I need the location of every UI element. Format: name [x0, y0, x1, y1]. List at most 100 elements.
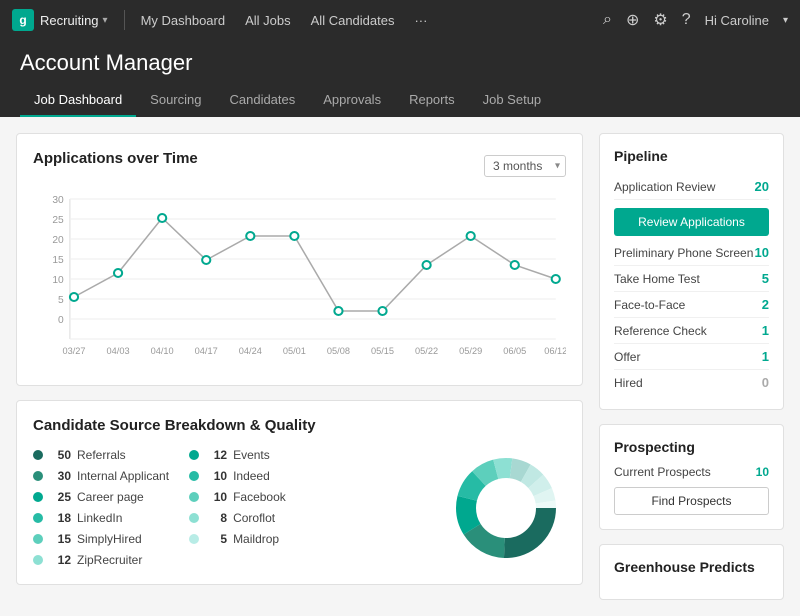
source-dot	[189, 534, 199, 544]
source-count: 30	[49, 469, 71, 483]
list-item: 18 LinkedIn	[33, 511, 169, 525]
svg-text:04/17: 04/17	[195, 346, 218, 356]
source-label: Coroflot	[233, 511, 275, 525]
current-prospects-row: Current Prospects 10	[614, 465, 769, 479]
list-item: 25 Career page	[33, 490, 169, 504]
pipeline-row-take-home: Take Home Test 5	[614, 266, 769, 292]
source-dot	[189, 513, 199, 523]
source-count: 8	[205, 511, 227, 525]
list-item: 50 Referrals	[33, 448, 169, 462]
tab-sourcing[interactable]: Sourcing	[136, 86, 215, 117]
pipeline-stage-label: Preliminary Phone Screen	[614, 246, 753, 260]
source-label: Events	[233, 448, 270, 462]
tab-job-dashboard[interactable]: Job Dashboard	[20, 86, 136, 117]
pipeline-stage-count: 20	[755, 179, 769, 194]
brand-label: Recruiting	[40, 13, 99, 28]
source-col-right: 12 Events 10 Indeed 10 Facebook	[189, 448, 286, 567]
current-prospects-label: Current Prospects	[614, 465, 711, 479]
nav-all-jobs[interactable]: All Jobs	[245, 13, 291, 28]
top-nav: g Recruiting ▾ My Dashboard All Jobs All…	[0, 0, 800, 40]
source-label: Maildrop	[233, 532, 279, 546]
applications-chart-card: Applications over Time 1 month 3 months …	[16, 133, 583, 386]
chart-header: Applications over Time 1 month 3 months …	[33, 150, 566, 181]
prospecting-card: Prospecting Current Prospects 10 Find Pr…	[599, 424, 784, 530]
pipeline-stage-count: 1	[762, 323, 769, 338]
source-count: 12	[49, 553, 71, 567]
donut-chart	[446, 448, 566, 568]
source-dot	[33, 450, 43, 460]
time-range-dropdown-wrapper: 1 month 3 months 6 months 1 year	[484, 155, 566, 177]
time-range-dropdown[interactable]: 1 month 3 months 6 months 1 year	[484, 155, 566, 177]
source-count: 18	[49, 511, 71, 525]
pipeline-stage-count: 1	[762, 349, 769, 364]
line-chart: 30 25 20 15 10 5 0	[33, 189, 566, 369]
list-item: 8 Coroflot	[189, 511, 286, 525]
help-icon[interactable]: ?	[682, 11, 691, 29]
pipeline-row-offer: Offer 1	[614, 344, 769, 370]
list-item: 10 Facebook	[189, 490, 286, 504]
source-columns: 50 Referrals 30 Internal Applicant 25 Ca…	[33, 448, 436, 567]
pipeline-stage-label: Application Review	[614, 180, 715, 194]
tab-reports[interactable]: Reports	[395, 86, 469, 117]
pipeline-row-face-to-face: Face-to-Face 2	[614, 292, 769, 318]
source-dot	[33, 555, 43, 565]
source-dot	[33, 492, 43, 502]
tab-approvals[interactable]: Approvals	[309, 86, 395, 117]
settings-icon[interactable]: ⚙	[653, 10, 667, 30]
pipeline-stage-label: Reference Check	[614, 324, 707, 338]
nav-more[interactable]: ···	[414, 13, 427, 28]
user-chevron-icon: ▾	[783, 15, 788, 26]
source-label: Career page	[77, 490, 144, 504]
svg-text:06/12: 06/12	[544, 346, 566, 356]
page-header: Account Manager Job Dashboard Sourcing C…	[0, 40, 800, 117]
pipeline-row-reference-check: Reference Check 1	[614, 318, 769, 344]
list-item: 15 SimplyHired	[33, 532, 169, 546]
svg-text:04/10: 04/10	[151, 346, 174, 356]
source-label: LinkedIn	[77, 511, 122, 525]
source-label: Facebook	[233, 490, 286, 504]
source-layout: 50 Referrals 30 Internal Applicant 25 Ca…	[33, 448, 566, 568]
nav-my-dashboard[interactable]: My Dashboard	[141, 13, 226, 28]
source-card-title: Candidate Source Breakdown & Quality	[33, 417, 566, 434]
source-dot	[189, 471, 199, 481]
svg-text:06/05: 06/05	[503, 346, 526, 356]
source-count: 15	[49, 532, 71, 546]
svg-text:04/03: 04/03	[107, 346, 130, 356]
find-prospects-button[interactable]: Find Prospects	[614, 487, 769, 515]
source-count: 50	[49, 448, 71, 462]
list-item: 10 Indeed	[189, 469, 286, 483]
nav-all-candidates[interactable]: All Candidates	[311, 13, 395, 28]
source-count: 12	[205, 448, 227, 462]
source-label: Referrals	[77, 448, 126, 462]
current-prospects-count: 10	[756, 465, 769, 479]
tab-job-setup[interactable]: Job Setup	[469, 86, 556, 117]
add-icon[interactable]: ⊕	[626, 10, 639, 30]
pipeline-row-application-review: Application Review 20	[614, 174, 769, 200]
source-dot	[189, 450, 199, 460]
list-item: 30 Internal Applicant	[33, 469, 169, 483]
main-content: Applications over Time 1 month 3 months …	[0, 117, 800, 616]
tab-candidates[interactable]: Candidates	[215, 86, 309, 117]
page-title: Account Manager	[20, 50, 780, 76]
left-column: Applications over Time 1 month 3 months …	[16, 133, 583, 585]
review-applications-button[interactable]: Review Applications	[614, 208, 769, 236]
svg-text:05/08: 05/08	[327, 346, 350, 356]
list-item: 5 Maildrop	[189, 532, 286, 546]
source-dot	[189, 492, 199, 502]
greenhouse-predicts-title: Greenhouse Predicts	[614, 559, 769, 575]
source-label: Indeed	[233, 469, 270, 483]
source-count: 25	[49, 490, 71, 504]
source-dot	[33, 513, 43, 523]
source-dot	[33, 534, 43, 544]
chart-title: Applications over Time	[33, 150, 198, 167]
user-label[interactable]: Hi Caroline	[705, 13, 769, 28]
pipeline-stage-label: Take Home Test	[614, 272, 700, 286]
pipeline-stage-count: 2	[762, 297, 769, 312]
search-icon[interactable]: ⌕	[603, 11, 612, 29]
svg-text:04/24: 04/24	[239, 346, 262, 356]
source-dot	[33, 471, 43, 481]
nav-right: ⌕ ⊕ ⚙ ? Hi Caroline ▾	[603, 10, 788, 30]
svg-text:0: 0	[58, 315, 64, 326]
source-card: Candidate Source Breakdown & Quality 50 …	[16, 400, 583, 585]
pipeline-title: Pipeline	[614, 148, 769, 164]
